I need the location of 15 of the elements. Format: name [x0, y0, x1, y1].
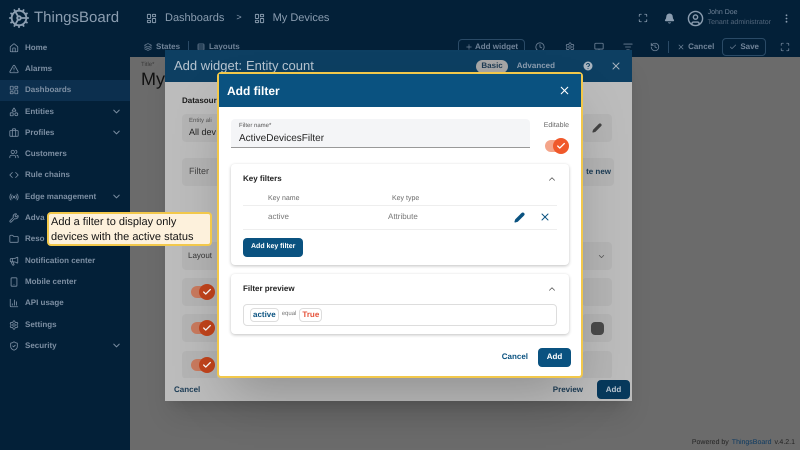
key-chip: active: [250, 308, 279, 322]
app-logo: ThingsBoard: [34, 8, 120, 28]
dialog-title: Add widget:: [174, 57, 242, 76]
dashboard-title: My: [141, 70, 165, 88]
table-cell-text: Attribute: [388, 211, 419, 223]
panel-title: Key filters: [243, 172, 282, 184]
section-title: Datasour: [182, 96, 217, 106]
dialog-title: Add filter: [227, 82, 280, 100]
table-cell-text: active: [268, 211, 290, 223]
dialog-subtitle: Entity count: [246, 57, 314, 76]
panel-title: Filter preview: [243, 282, 295, 294]
breadcrumb-current: My Devices: [272, 10, 330, 26]
breadcrumb-separator: >: [236, 11, 242, 24]
value-chip: True: [299, 308, 322, 322]
tooltip: Add a filter to display only devices with the active status: [47, 212, 212, 246]
